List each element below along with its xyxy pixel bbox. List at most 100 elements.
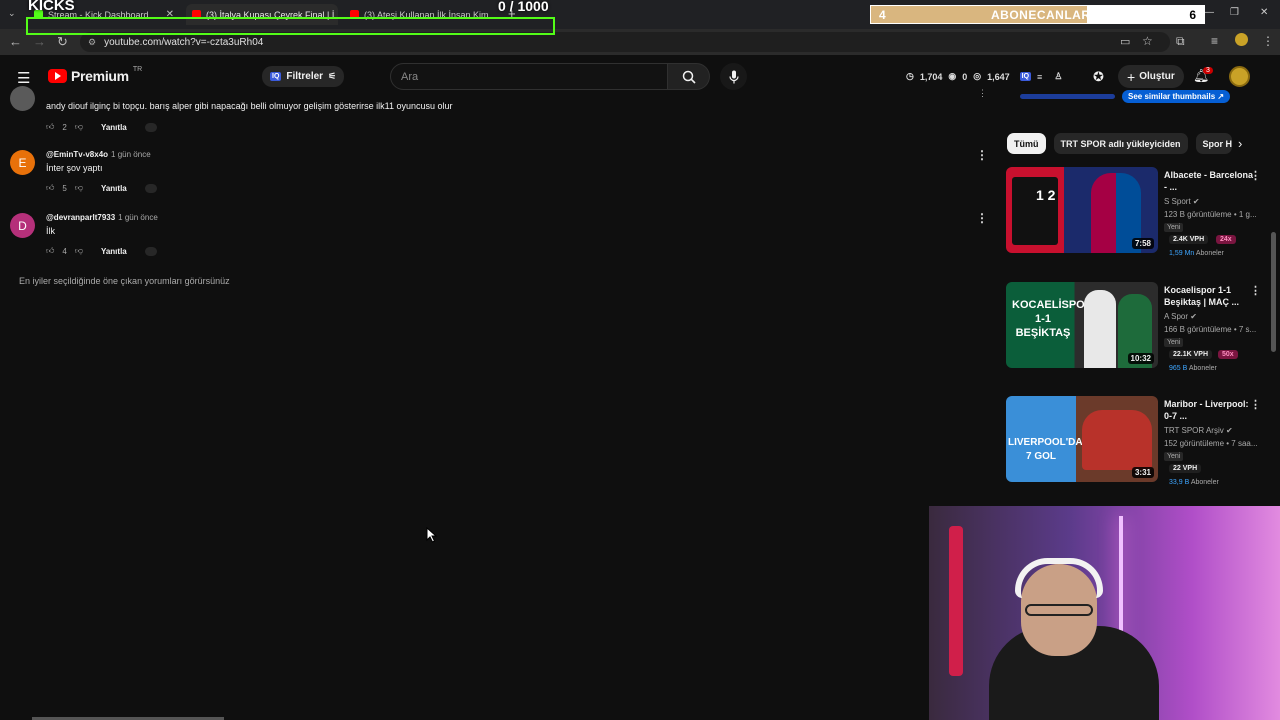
reaction-icon[interactable] [144, 246, 157, 256]
bookmark-star-icon[interactable]: ☆ [1142, 34, 1153, 48]
channel-name[interactable]: S Sport [1164, 197, 1191, 206]
video-title[interactable]: Albacete - Barcelona - ... [1164, 169, 1254, 193]
sliders-icon: ⚟ [328, 71, 337, 81]
voice-search-button[interactable] [720, 63, 747, 90]
comment-time[interactable]: 1 gün önce [118, 213, 158, 222]
new-badge: Yeni [1164, 223, 1184, 232]
create-button[interactable]: + Oluştur [1118, 65, 1184, 88]
reload-icon[interactable]: ↻ [57, 34, 68, 50]
channel-name[interactable]: TRT SPOR Arşiv [1164, 426, 1224, 435]
stat-live: 0 [962, 71, 968, 82]
video-menu-icon[interactable]: ⋮ [1250, 284, 1261, 297]
reply-button[interactable]: Yanıtla [101, 123, 127, 132]
maximize-icon[interactable]: ❐ [1230, 7, 1239, 18]
avatar-letter: D [18, 218, 27, 233]
video-channel[interactable]: S Sport ✔ [1164, 197, 1200, 206]
comment-text: İlk [46, 226, 55, 236]
reaction-icon[interactable] [144, 122, 157, 132]
filters-button[interactable]: IQ Filtreler ⚟ [262, 66, 345, 87]
thumbnail-caption: KOCAELİSPOR 1-1 BEŞİKTAŞ [1012, 299, 1093, 339]
comment-text: andy diouf ilginç bi topçu. barış alper … [46, 101, 453, 111]
stat-views: 1,704 [919, 71, 943, 82]
video-channel[interactable]: A Spor ✔ [1164, 312, 1197, 321]
reaction-icon[interactable] [144, 183, 157, 193]
subscriber-goal-label: ABONECANLAR [991, 7, 1091, 22]
comment-handle[interactable]: @devranparlt7933 [46, 213, 115, 222]
video-thumbnail[interactable]: LIVERPOOL'DAN 7 GOL 3:31 [1006, 396, 1158, 482]
filter-extension-icon: IQ [270, 72, 282, 81]
comment-author[interactable]: @EminTv-v8x4o 1 gün önce [46, 150, 151, 159]
comment-author[interactable]: @devranparlt7933 1 gün önce [46, 213, 158, 222]
related-video[interactable]: KOCAELİSPOR 1-1 BEŞİKTAŞ 10:32 Kocaelisp… [1006, 282, 1274, 372]
like-icon[interactable]: 👍︎ [46, 246, 54, 256]
video-title[interactable]: Kocaelispor 1-1 Beşiktaş | MAÇ ... [1164, 284, 1254, 308]
extension-puzzle-icon[interactable]: ✪ [1093, 69, 1104, 85]
extensions-icon[interactable]: ⧉ [1176, 34, 1185, 49]
mouse-cursor-icon [426, 527, 438, 543]
cast-icon[interactable]: ▭ [1120, 35, 1130, 48]
video-title[interactable]: Maribor - Liverpool: 0-7 ... [1164, 398, 1254, 422]
video-menu-icon[interactable]: ⋮ [1250, 169, 1261, 182]
video-thumbnail[interactable]: 1 2 7:58 [1006, 167, 1158, 253]
video-menu-icon[interactable]: ⋮ [1250, 398, 1261, 411]
like-icon[interactable]: 👍︎ [46, 122, 54, 132]
comment-menu-icon[interactable]: ⋮ [976, 211, 988, 225]
sidebar-scrollbar[interactable] [1271, 232, 1276, 352]
window-close-icon[interactable]: ✕ [1260, 7, 1268, 18]
reply-button[interactable]: Yanıtla [101, 247, 127, 256]
comment-time[interactable]: 1 gün önce [111, 150, 151, 159]
subscriber-goal-bar: 4 ABONECANLAR 6 [870, 5, 1205, 24]
reply-button[interactable]: Yanıtla [101, 184, 127, 193]
subs-label: Aboneler [1195, 250, 1224, 257]
trophy-icon[interactable]: ♙ [1054, 71, 1062, 82]
chip-spor[interactable]: Spor H [1195, 133, 1232, 154]
like-icon[interactable]: 👍︎ [46, 183, 54, 193]
comment-avatar[interactable]: E [10, 150, 35, 175]
video-meta: 123 B görüntüleme • 1 g... [1164, 210, 1257, 219]
chevron-right-icon[interactable]: › [1238, 136, 1242, 151]
forward-icon[interactable]: → [33, 34, 46, 49]
address-bar[interactable]: ⚙ youtube.com/watch?v=-czta3uRh04 [80, 32, 1170, 52]
minimize-icon[interactable]: — [1204, 7, 1214, 18]
related-video[interactable]: 1 2 7:58 Albacete - Barcelona - ... S Sp… [1006, 167, 1274, 257]
dislike-icon[interactable]: 👎︎ [75, 183, 83, 193]
related-video[interactable]: LIVERPOOL'DAN 7 GOL 3:31 Maribor - Liver… [1006, 396, 1274, 486]
dislike-icon[interactable]: 👎︎ [75, 122, 83, 132]
comment-handle[interactable]: @EminTv-v8x4o [46, 150, 108, 159]
video-channel[interactable]: TRT SPOR Arşiv ✔ [1164, 426, 1233, 435]
subscriber-goal-target: 6 [1189, 7, 1196, 22]
see-similar-thumbnails-button[interactable]: See similar thumbnails ↗ [1122, 90, 1231, 103]
tab-search-icon[interactable]: ⌄ [8, 8, 16, 19]
search-input[interactable]: Ara [390, 63, 668, 90]
dislike-icon[interactable]: 👎︎ [75, 246, 83, 256]
comment-avatar[interactable] [10, 86, 35, 111]
like-count: 2 [62, 122, 67, 132]
clock-icon: ◷ [906, 71, 914, 81]
youtube-premium-logo[interactable]: Premium TR [48, 66, 142, 84]
browser-menu-icon[interactable]: ⋮ [1262, 34, 1274, 48]
reading-list-icon[interactable]: ≡ [1211, 34, 1218, 48]
more-icon[interactable]: ⋮ [978, 88, 987, 99]
back-icon[interactable]: ← [9, 34, 22, 49]
list-icon[interactable]: ≡ [1037, 72, 1042, 82]
account-avatar[interactable] [1229, 66, 1250, 87]
channel-name[interactable]: A Spor [1164, 312, 1188, 321]
vidiq-icon[interactable]: IQ [1019, 72, 1032, 81]
thumbnail-score: 1 2 [1036, 187, 1056, 203]
channel-subscribers: 1,59 Mn Aboneler [1169, 250, 1224, 257]
comment-actions: 👍︎ 4 👎︎ Yanıtla [46, 246, 157, 256]
comment-actions: 👍︎ 5 👎︎ Yanıtla [46, 183, 157, 193]
video-duration: 3:31 [1131, 467, 1154, 478]
comment-avatar[interactable]: D [10, 213, 35, 238]
comment-menu-icon[interactable]: ⋮ [976, 148, 988, 162]
profile-avatar-icon[interactable] [1235, 33, 1248, 46]
like-count: 4 [62, 246, 67, 256]
search-icon [682, 70, 696, 84]
hamburger-menu-icon[interactable]: ☰ [17, 69, 30, 87]
chip-trt-spor[interactable]: TRT SPOR adlı yükleyiciden [1053, 133, 1188, 154]
multiplier-badge: 50x [1218, 350, 1238, 359]
chip-all[interactable]: Tümü [1007, 133, 1046, 154]
site-info-icon[interactable]: ⚙ [88, 37, 96, 48]
video-thumbnail[interactable]: KOCAELİSPOR 1-1 BEŞİKTAŞ 10:32 [1006, 282, 1158, 368]
search-button[interactable] [668, 63, 710, 90]
